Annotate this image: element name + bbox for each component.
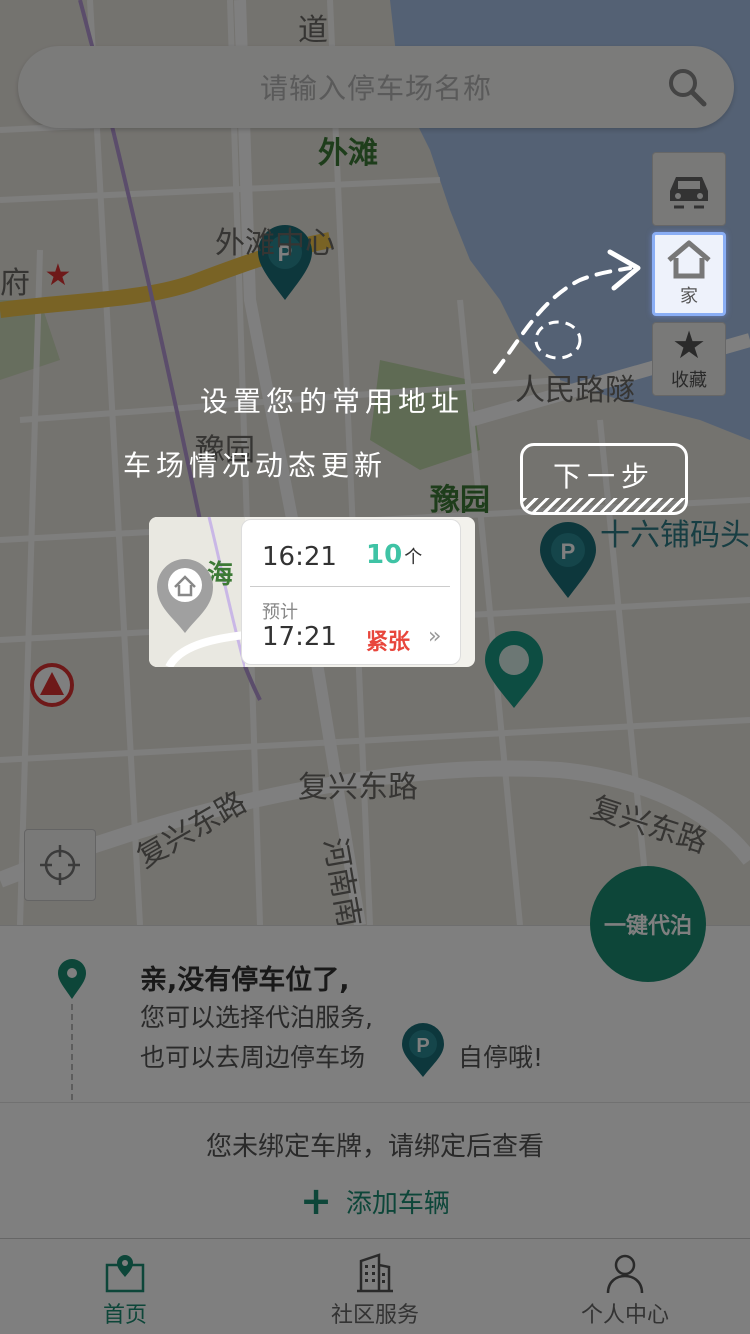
house-icon — [667, 240, 711, 279]
status-badge: 紧张 — [366, 630, 411, 655]
status-details: 16:21 10 个 预计 17:21 紧张 » — [241, 519, 461, 665]
chevron-right-icon[interactable]: » — [428, 624, 441, 649]
guide-arrow-icon — [493, 249, 641, 374]
guide-hint-dynamic: 车场情况动态更新 — [123, 449, 388, 482]
card-divider — [250, 586, 450, 587]
next-step-label: 下一步 — [552, 460, 655, 493]
guide-hint-address: 设置您的常用地址 — [200, 385, 465, 418]
available-spaces: 10 个 — [366, 540, 423, 570]
parking-status-card[interactable]: 海 16:21 10 个 预计 17:21 紧张 » — [149, 517, 475, 667]
guide-overlay[interactable] — [0, 0, 750, 1334]
estimate-time: 17:21 — [262, 622, 337, 652]
button-hatch-decoration — [523, 498, 685, 512]
home-button-label: 家 — [680, 286, 698, 307]
next-step-button[interactable]: 下一步 — [520, 443, 688, 515]
mini-map: 海 — [149, 517, 245, 667]
current-time: 16:21 — [262, 542, 337, 572]
estimate-label: 预计 — [262, 602, 298, 623]
home-address-button[interactable]: 家 — [652, 232, 726, 316]
